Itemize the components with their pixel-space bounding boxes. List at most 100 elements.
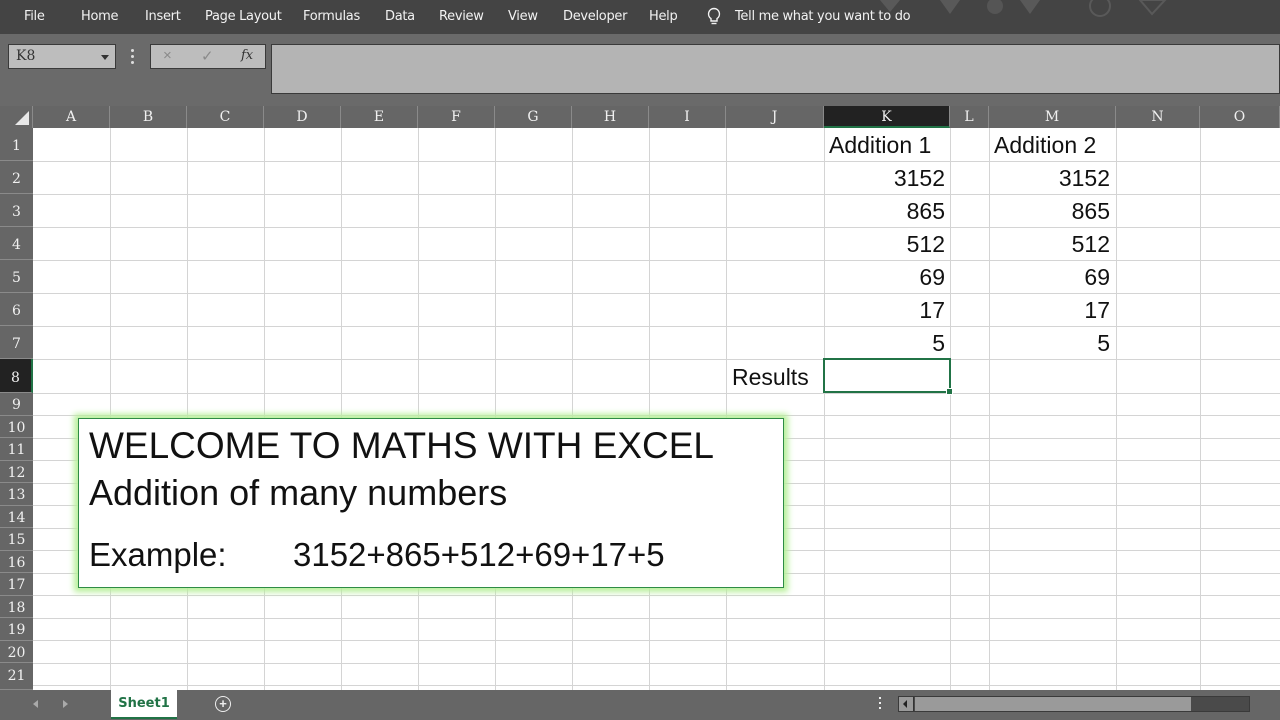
row-header-8[interactable]: 8 <box>0 359 33 393</box>
row-header-10[interactable]: 10 <box>0 415 33 438</box>
row-header-4[interactable]: 4 <box>0 227 33 260</box>
cell-m7[interactable]: 5 <box>989 330 1110 357</box>
cell-m3[interactable]: 865 <box>989 198 1110 225</box>
welcome-textbox[interactable]: WELCOME TO MATHS WITH EXCEL Addition of … <box>78 418 784 588</box>
cell-j8-results-label[interactable]: Results <box>732 364 809 391</box>
gridline <box>572 128 573 690</box>
scroll-left-icon[interactable] <box>899 697 914 711</box>
column-header-a[interactable]: A <box>33 106 110 128</box>
gridline <box>649 128 650 690</box>
menu-page-layout[interactable]: Page Layout <box>205 9 282 24</box>
menu-home[interactable]: Home <box>81 9 119 24</box>
row-header-16[interactable]: 16 <box>0 550 33 573</box>
gridline <box>33 415 1280 416</box>
column-header-l[interactable]: L <box>950 106 989 128</box>
cell-m2[interactable]: 3152 <box>989 165 1110 192</box>
cancel-icon[interactable]: × <box>163 47 172 64</box>
active-cell-k8[interactable] <box>823 358 953 395</box>
menu-insert[interactable]: Insert <box>145 9 181 24</box>
row-header-3[interactable]: 3 <box>0 194 33 227</box>
cell-k2[interactable]: 3152 <box>824 165 945 192</box>
column-header-h[interactable]: H <box>572 106 649 128</box>
next-sheet-icon[interactable] <box>63 700 68 708</box>
column-header-e[interactable]: E <box>341 106 418 128</box>
row-header-13[interactable]: 13 <box>0 483 33 506</box>
fill-handle[interactable] <box>946 388 953 395</box>
insert-function-icon[interactable]: fx <box>241 48 253 63</box>
formula-input[interactable] <box>271 44 1280 94</box>
gridline <box>33 359 1280 360</box>
row-header-5[interactable]: 5 <box>0 260 33 293</box>
menu-developer[interactable]: Developer <box>563 9 627 24</box>
check-icon[interactable]: ✓ <box>201 47 214 65</box>
row-header-15[interactable]: 15 <box>0 528 33 551</box>
menu-view[interactable]: View <box>508 9 538 24</box>
column-header-i[interactable]: I <box>649 106 726 128</box>
column-header-b[interactable]: B <box>110 106 187 128</box>
column-header-d[interactable]: D <box>264 106 341 128</box>
name-box-value: K8 <box>16 48 36 64</box>
horizontal-scrollbar[interactable] <box>898 696 1250 712</box>
row-header-1[interactable]: 1 <box>0 128 33 161</box>
cell-k6[interactable]: 17 <box>824 297 945 324</box>
gridline <box>726 128 727 690</box>
previous-sheet-icon[interactable] <box>33 700 38 708</box>
row-header-7[interactable]: 7 <box>0 326 33 359</box>
column-header-m[interactable]: M <box>989 106 1116 128</box>
gridline <box>33 194 1280 195</box>
column-header-o[interactable]: O <box>1200 106 1280 128</box>
add-sheet-icon[interactable]: + <box>215 696 231 712</box>
select-all-triangle-icon <box>15 111 29 125</box>
formula-bar-area: K8 × ✓ fx <box>0 34 1280 106</box>
row-header-9[interactable]: 9 <box>0 393 33 416</box>
select-all-button[interactable] <box>0 106 33 128</box>
row-header-2[interactable]: 2 <box>0 161 33 194</box>
sheet-tab-sheet1[interactable]: Sheet1 <box>111 690 177 719</box>
row-header-17[interactable]: 17 <box>0 573 33 596</box>
cell-k7[interactable]: 5 <box>824 330 945 357</box>
column-header-k[interactable]: K <box>824 106 950 128</box>
gridline <box>33 685 1280 686</box>
tab-split-handle[interactable] <box>879 697 882 712</box>
gridline <box>418 128 419 690</box>
scrollbar-thumb[interactable] <box>915 697 1191 711</box>
more-options-icon[interactable] <box>131 49 134 65</box>
menu-review[interactable]: Review <box>439 9 484 24</box>
gridline <box>33 393 1280 394</box>
column-header-n[interactable]: N <box>1116 106 1200 128</box>
cell-m5[interactable]: 69 <box>989 264 1110 291</box>
gridline <box>950 128 951 690</box>
row-header-18[interactable]: 18 <box>0 595 33 618</box>
spreadsheet-grid[interactable]: A B C D E F G H I J K L M N O 1 2 3 4 5 … <box>0 106 1280 690</box>
row-header-12[interactable]: 12 <box>0 460 33 483</box>
cell-k4[interactable]: 512 <box>824 231 945 258</box>
name-box[interactable]: K8 <box>8 44 116 69</box>
row-header-20[interactable]: 20 <box>0 640 33 663</box>
menu-help[interactable]: Help <box>649 9 678 24</box>
row-header-6[interactable]: 6 <box>0 293 33 326</box>
gridline <box>1200 128 1201 690</box>
row-header-21[interactable]: 21 <box>0 663 33 690</box>
menu-file[interactable]: File <box>24 9 45 24</box>
column-header-j[interactable]: J <box>726 106 824 128</box>
cell-k3[interactable]: 865 <box>824 198 945 225</box>
textbox-subtitle: Addition of many numbers <box>89 472 508 513</box>
cell-m6[interactable]: 17 <box>989 297 1110 324</box>
column-header-g[interactable]: G <box>495 106 572 128</box>
row-header-19[interactable]: 19 <box>0 618 33 641</box>
cell-m1[interactable]: Addition 2 <box>994 132 1096 159</box>
cell-k5[interactable]: 69 <box>824 264 945 291</box>
row-header-11[interactable]: 11 <box>0 438 33 461</box>
menu-formulas[interactable]: Formulas <box>303 9 360 24</box>
chevron-down-icon[interactable] <box>101 55 109 60</box>
ribbon-background-pattern <box>880 0 1167 17</box>
gridline <box>33 326 1280 327</box>
cell-k1[interactable]: Addition 1 <box>829 132 931 159</box>
cell-m4[interactable]: 512 <box>989 231 1110 258</box>
column-header-f[interactable]: F <box>418 106 495 128</box>
column-header-c[interactable]: C <box>187 106 264 128</box>
menu-data[interactable]: Data <box>385 9 415 24</box>
row-header-14[interactable]: 14 <box>0 505 33 528</box>
gridline <box>110 128 111 690</box>
formula-buttons: × ✓ fx <box>150 44 266 69</box>
